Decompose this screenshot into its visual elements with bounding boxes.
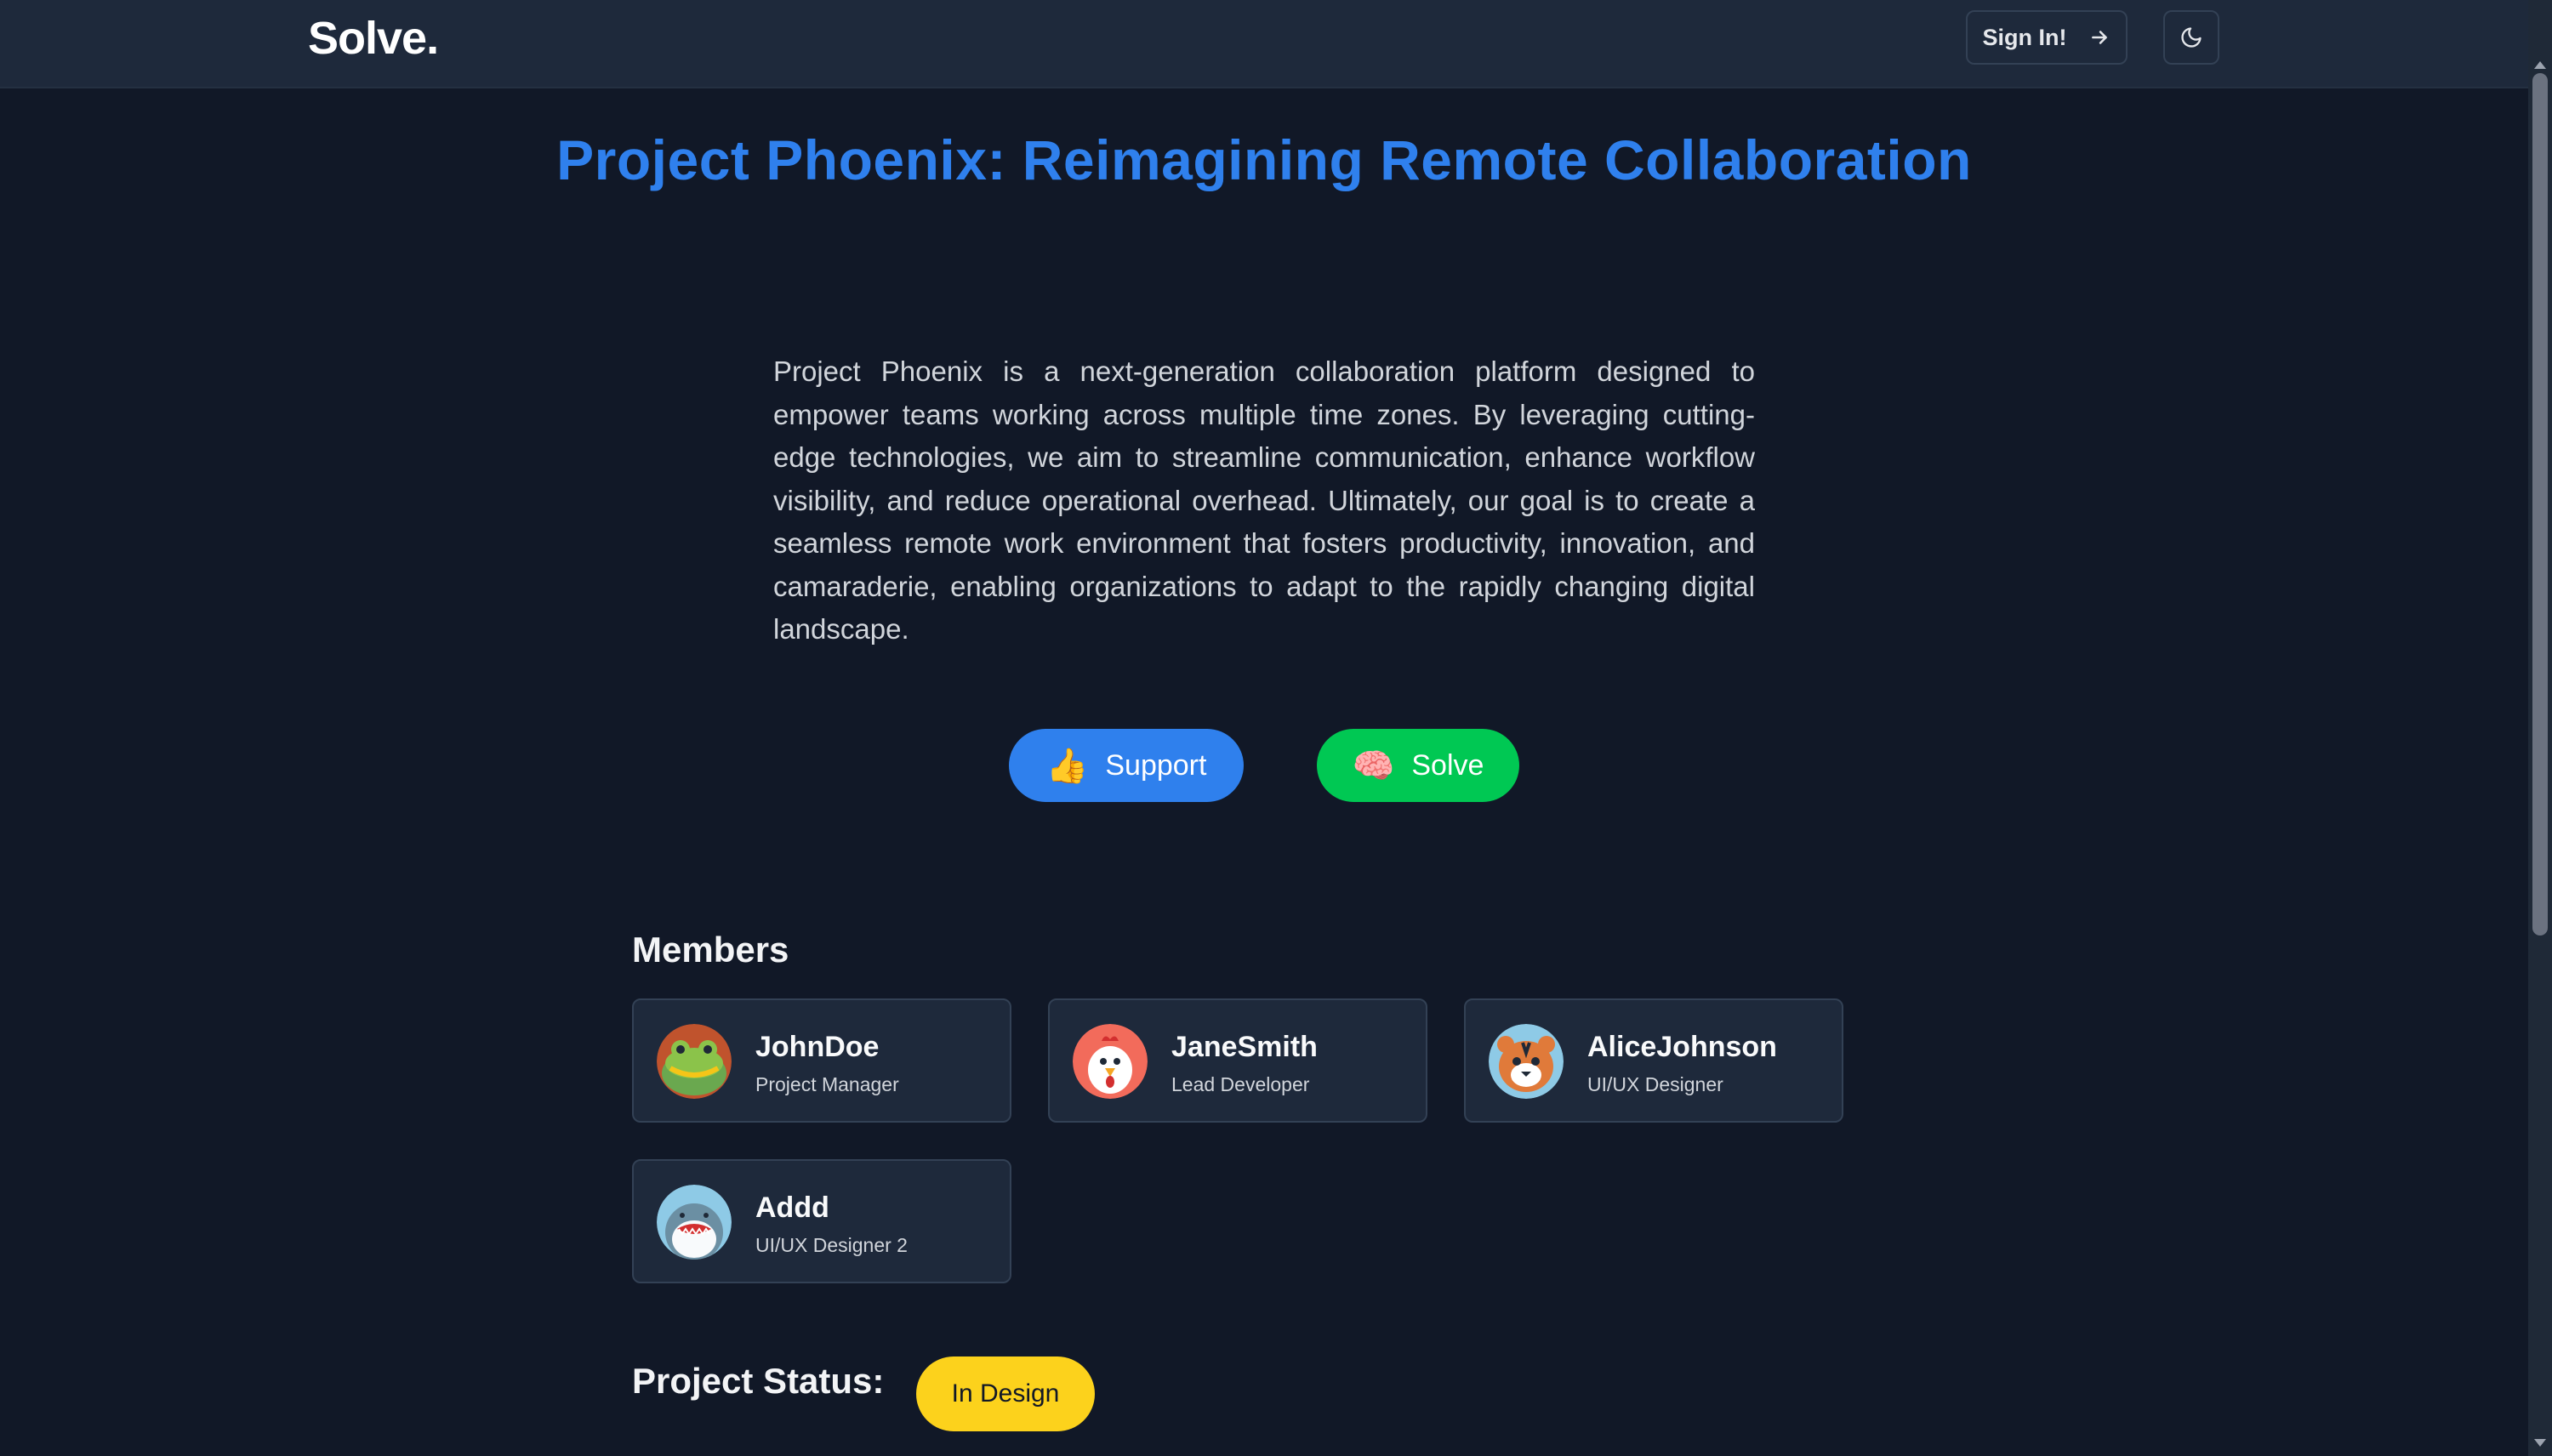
tiger-avatar-icon — [1489, 1024, 1564, 1099]
chicken-avatar-icon — [1073, 1024, 1148, 1099]
status-badge: In Design — [916, 1356, 1095, 1431]
member-role: Lead Developer — [1171, 1073, 1310, 1095]
member-name: Addd — [755, 1192, 829, 1224]
project-status-heading: Project Status: — [632, 1361, 885, 1401]
moon-icon — [2181, 27, 2202, 48]
brain-icon: 🧠 — [1352, 747, 1395, 785]
member-card[interactable]: JohnDoe Project Manager — [632, 998, 1011, 1123]
member-role: Project Manager — [755, 1073, 899, 1095]
scroll-up-arrow-icon[interactable] — [2534, 61, 2546, 69]
scroll-down-arrow-icon[interactable] — [2534, 1439, 2546, 1447]
scrollbar-thumb[interactable] — [2532, 73, 2548, 936]
thumbs-up-icon: 👍 — [1045, 747, 1089, 785]
arrow-right-icon — [2092, 31, 2108, 44]
solve-button[interactable]: 🧠 Solve — [1317, 729, 1519, 802]
frog-avatar-icon — [657, 1024, 732, 1099]
members-heading: Members — [632, 930, 789, 970]
scrollbar[interactable] — [2528, 0, 2552, 1456]
solve-label: Solve — [1411, 748, 1484, 782]
member-name: JohnDoe — [755, 1031, 880, 1063]
member-name: AliceJohnson — [1587, 1031, 1777, 1063]
member-card[interactable]: JaneSmith Lead Developer — [1048, 998, 1427, 1123]
member-name: JaneSmith — [1171, 1031, 1318, 1063]
member-role: UI/UX Designer — [1587, 1073, 1723, 1095]
logo[interactable]: Solve. — [308, 12, 439, 65]
support-label: Support — [1105, 748, 1207, 782]
theme-toggle-button[interactable] — [2163, 10, 2219, 65]
shark-avatar-icon — [657, 1185, 732, 1260]
page-title: Project Phoenix: Reimagining Remote Coll… — [556, 128, 1972, 191]
member-role: UI/UX Designer 2 — [755, 1234, 908, 1256]
project-description: Project Phoenix is a next-generation col… — [773, 355, 1755, 645]
sign-in-label: Sign In! — [1982, 24, 2067, 50]
sign-in-button[interactable]: Sign In! — [1966, 10, 2128, 65]
navbar: Solve. Sign In! — [0, 0, 2528, 88]
member-card[interactable]: Addd UI/UX Designer 2 — [632, 1159, 1011, 1283]
member-card[interactable]: AliceJohnson UI/UX Designer — [1464, 998, 1843, 1123]
support-button[interactable]: 👍 Support — [1009, 729, 1244, 802]
